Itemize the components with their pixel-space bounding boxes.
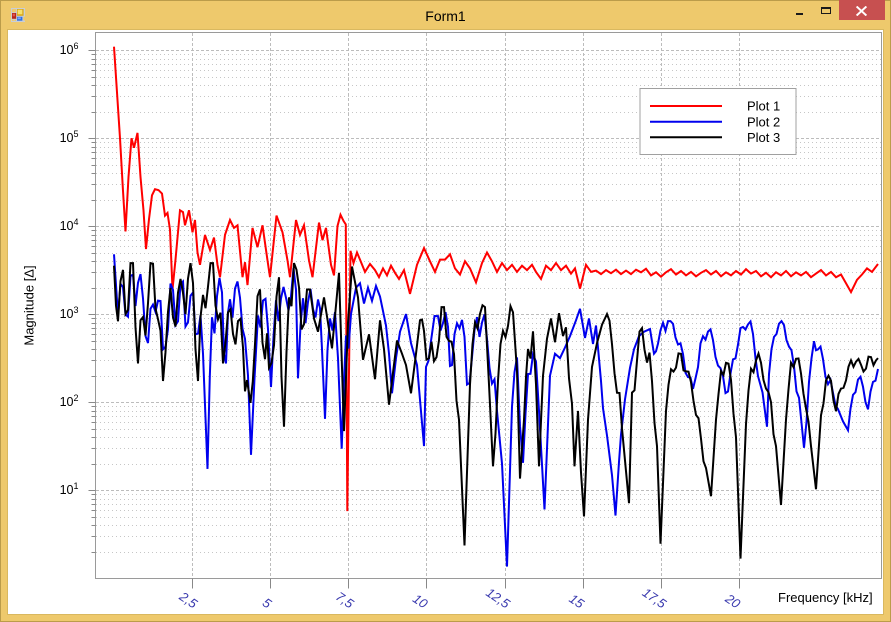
svg-text:17,5: 17,5 — [640, 585, 670, 612]
svg-text:5: 5 — [260, 595, 275, 612]
svg-text:Plot 2: Plot 2 — [747, 114, 780, 129]
svg-text:103: 103 — [60, 305, 79, 321]
svg-text:102: 102 — [60, 393, 79, 409]
svg-text:7,5: 7,5 — [333, 589, 357, 612]
svg-text:104: 104 — [60, 217, 79, 233]
svg-text:Plot 3: Plot 3 — [747, 130, 780, 145]
svg-text:2,5: 2,5 — [176, 588, 201, 612]
svg-text:101: 101 — [60, 481, 79, 497]
svg-text:15: 15 — [566, 591, 587, 612]
svg-text:20: 20 — [722, 590, 744, 612]
svg-text:12,5: 12,5 — [483, 585, 513, 612]
svg-text:Plot 1: Plot 1 — [747, 99, 780, 114]
svg-text:105: 105 — [60, 129, 79, 145]
svg-text:106: 106 — [60, 41, 79, 57]
svg-text:10: 10 — [410, 591, 431, 612]
